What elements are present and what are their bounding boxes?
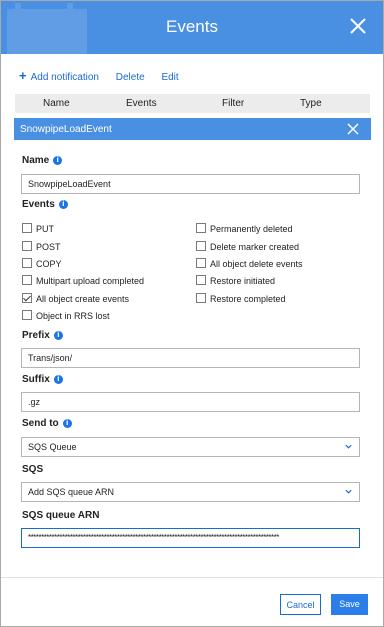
checkbox-post[interactable]: POST — [22, 241, 61, 252]
sqs-queue-arn-label: SQS queue ARN — [22, 510, 100, 521]
sqs-queue-arn-input[interactable]: ****************************************… — [21, 528, 360, 548]
checkbox-box[interactable] — [196, 223, 206, 233]
cancel-button[interactable]: Cancel — [280, 594, 321, 615]
events-dialog: Events + Add notification Delete Edit Nam… — [0, 0, 384, 627]
checkbox-copy[interactable]: COPY — [22, 258, 62, 269]
name-input[interactable]: SnowpipeLoadEvent — [21, 174, 360, 194]
suffix-label-text: Suffix — [22, 374, 50, 385]
checkbox-multipart-upload-completed[interactable]: Multipart upload completed — [22, 275, 144, 286]
chevron-down-icon — [345, 489, 352, 494]
checkbox-label: Object in RRS lost — [36, 311, 110, 321]
save-button[interactable]: Save — [331, 594, 368, 615]
checkbox-label: All object delete events — [210, 259, 303, 269]
dialog-header: Events — [1, 1, 383, 54]
sqs-select[interactable]: Add SQS queue ARN — [21, 482, 360, 502]
chevron-down-icon — [345, 444, 352, 449]
row-name: SnowpipeLoadEvent — [20, 124, 112, 135]
column-header-name[interactable]: Name — [43, 98, 70, 109]
checkbox-box-checked[interactable] — [22, 293, 32, 303]
checkbox-label: All object create events — [36, 294, 130, 304]
events-label: Events i — [22, 199, 68, 210]
checkbox-all-object-delete-events[interactable]: All object delete events — [196, 258, 303, 269]
checkbox-label: Multipart upload completed — [36, 276, 145, 286]
plus-icon: + — [19, 68, 27, 83]
suffix-input[interactable]: .gz — [21, 392, 360, 412]
add-notification-button[interactable]: + Add notification — [19, 68, 99, 83]
checkbox-object-in-rrs-lost[interactable]: Object in RRS lost — [22, 310, 110, 321]
checkbox-label: Delete marker created — [210, 242, 300, 252]
checkbox-box[interactable] — [22, 241, 32, 251]
send-to-select[interactable]: SQS Queue — [21, 437, 360, 457]
checkbox-box[interactable] — [196, 275, 206, 285]
info-icon[interactable]: i — [62, 419, 72, 428]
prefix-label: Prefix i — [22, 330, 63, 341]
checkbox-permanently-deleted[interactable]: Permanently deleted — [196, 223, 293, 234]
checkbox-label: Permanently deleted — [210, 224, 293, 234]
checkbox-label: Restore completed — [210, 294, 286, 304]
info-icon[interactable]: i — [53, 156, 63, 165]
checkbox-box[interactable] — [196, 241, 206, 251]
checkbox-restore-initiated[interactable]: Restore initiated — [196, 275, 275, 286]
send-to-label: Send to i — [22, 418, 72, 429]
checkbox-box[interactable] — [196, 293, 206, 303]
prefix-input[interactable]: Trans/json/ — [21, 348, 360, 368]
checkbox-box[interactable] — [22, 258, 32, 268]
send-to-value: SQS Queue — [28, 442, 77, 452]
name-label-text: Name — [22, 155, 50, 166]
sqs-value: Add SQS queue ARN — [28, 487, 115, 497]
info-icon[interactable]: i — [53, 375, 63, 384]
sqs-label: SQS — [22, 464, 44, 475]
toolbar: + Add notification Delete Edit — [19, 68, 179, 83]
events-label-text: Events — [22, 199, 55, 210]
name-label: Name i — [22, 155, 63, 166]
checkbox-box[interactable] — [22, 223, 32, 233]
checkbox-label: PUT — [36, 224, 54, 234]
table-header: Name Events Filter Type — [15, 94, 370, 113]
checkbox-put[interactable]: PUT — [22, 223, 54, 234]
add-notification-label: Add notification — [30, 72, 99, 83]
checkbox-box[interactable] — [22, 275, 32, 285]
dialog-title: Events — [166, 17, 218, 36]
column-header-type[interactable]: Type — [300, 98, 322, 109]
prefix-label-text: Prefix — [22, 330, 50, 341]
suffix-label: Suffix i — [22, 374, 63, 385]
close-icon[interactable] — [349, 17, 367, 35]
selected-table-row[interactable]: SnowpipeLoadEvent — [14, 118, 371, 140]
checkbox-restore-completed[interactable]: Restore completed — [196, 293, 286, 304]
checkbox-all-object-create-events[interactable]: All object create events — [22, 293, 129, 304]
column-header-events[interactable]: Events — [126, 98, 157, 109]
collapse-close-icon[interactable] — [347, 123, 359, 135]
checkbox-box[interactable] — [22, 310, 32, 320]
checkbox-delete-marker-created[interactable]: Delete marker created — [196, 241, 299, 252]
checkbox-box[interactable] — [196, 258, 206, 268]
checkbox-label: COPY — [36, 259, 62, 269]
send-to-label-text: Send to — [22, 418, 59, 429]
info-icon[interactable]: i — [53, 331, 63, 340]
info-icon[interactable]: i — [58, 200, 68, 209]
edit-button[interactable]: Edit — [161, 72, 178, 83]
column-header-filter[interactable]: Filter — [222, 98, 244, 109]
checkbox-label: POST — [36, 242, 61, 252]
footer-divider — [1, 577, 383, 578]
delete-button[interactable]: Delete — [116, 72, 145, 83]
checkbox-label: Restore initiated — [210, 276, 276, 286]
